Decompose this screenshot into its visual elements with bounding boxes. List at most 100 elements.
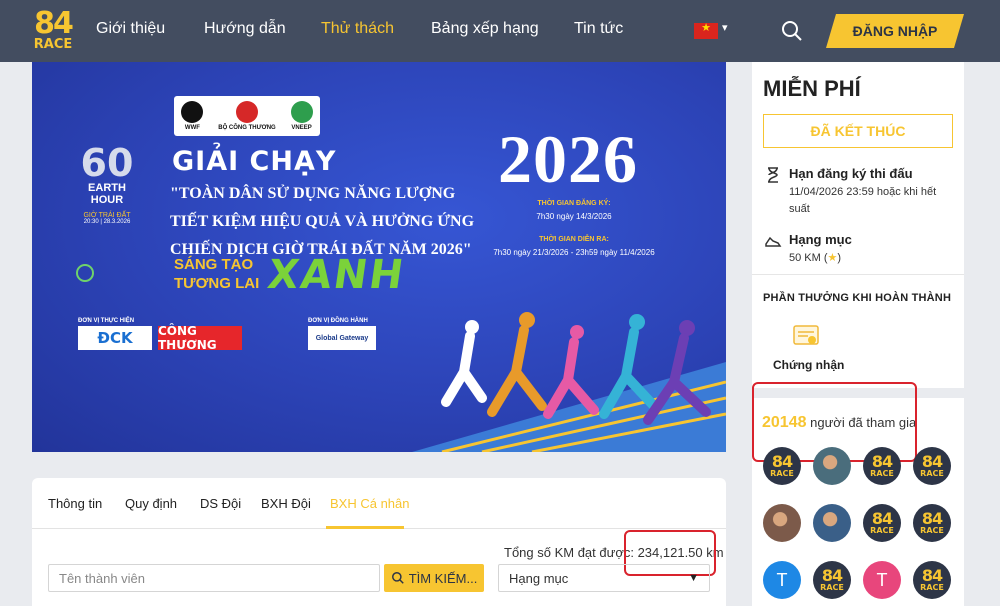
avatar-logo-number: 84 bbox=[921, 509, 943, 528]
participant-avatar[interactable]: 84 RACE bbox=[863, 447, 901, 485]
nav-bang-xep-hang[interactable]: Bảng xếp hạng bbox=[431, 20, 539, 38]
avatar-logo-word: RACE bbox=[920, 469, 944, 478]
participant-avatar[interactable]: 84 RACE bbox=[763, 447, 801, 485]
wwf-logo-icon bbox=[181, 101, 204, 123]
banner-headline: GIẢI CHẠY bbox=[172, 146, 337, 177]
tagline-xanh: XANH bbox=[264, 252, 408, 298]
login-button[interactable]: ĐĂNG NHẬP bbox=[826, 14, 964, 48]
avatar-logo-word: RACE bbox=[920, 526, 944, 535]
participant-avatar[interactable]: 84 RACE bbox=[813, 561, 851, 599]
search-button-label: TÌM KIẾM... bbox=[408, 570, 478, 586]
global-gateway-logo: Global Gateway bbox=[308, 326, 376, 350]
earth-hour-number: 60 bbox=[80, 141, 134, 185]
runners-illustration bbox=[412, 312, 726, 452]
event-ended-button[interactable]: ĐÃ KẾT THÚC bbox=[763, 114, 953, 148]
participant-avatar[interactable] bbox=[813, 504, 851, 542]
tab-ds-doi[interactable]: DS Đội bbox=[200, 496, 241, 511]
nav-thu-thach[interactable]: Thử thách bbox=[321, 20, 394, 38]
earth-hour-date: 20:30 | 28.3.2026 bbox=[83, 219, 131, 225]
logo-word: RACE bbox=[33, 37, 73, 52]
org-label: ĐƠN VỊ THỰC HIỆN bbox=[78, 318, 135, 324]
participant-avatar[interactable]: 84 RACE bbox=[913, 561, 951, 599]
vneep-logo-icon bbox=[290, 101, 313, 123]
avatar-logo-number: 84 bbox=[921, 452, 943, 471]
nav-tin-tuc[interactable]: Tin tức bbox=[574, 20, 623, 38]
co-org-label: ĐƠN VỊ ĐỒNG HÀNH bbox=[308, 318, 368, 324]
run-time-label: THỜI GIAN DIỄN RA: bbox=[539, 236, 609, 243]
avatar-logo-word: RACE bbox=[920, 583, 944, 592]
member-search-input[interactable] bbox=[48, 564, 380, 592]
avatar-logo-word: RACE bbox=[870, 469, 894, 478]
earth-hour-logo: 60 EARTH HOUR GIỜ TRÁI ĐẤT 20:30 | 28.3.… bbox=[76, 144, 138, 225]
vietnam-flag-icon[interactable]: ★ bbox=[694, 22, 718, 39]
participant-avatar[interactable] bbox=[813, 447, 851, 485]
star-icon: (★) bbox=[823, 252, 842, 264]
category-select[interactable]: Hạng mục ▼ bbox=[498, 564, 710, 592]
nav-huong-dan[interactable]: Hướng dẫn bbox=[204, 20, 286, 38]
avatar-logo-word: RACE bbox=[820, 583, 844, 592]
partner-wwf: WWF bbox=[184, 125, 200, 131]
event-banner: WWF BỘ CÔNG THƯƠNG VNEEP 60 EARTH HOUR G… bbox=[32, 62, 726, 452]
tagline-line-1: SÁNG TẠO bbox=[174, 256, 254, 273]
nav-gioi-thieu[interactable]: Giới thiệu bbox=[96, 20, 165, 38]
ministry-emblem-icon bbox=[235, 101, 258, 123]
avatar-logo-number: 84 bbox=[771, 452, 793, 471]
banner-tagline: SÁNG TẠO TƯƠNG LAI bbox=[174, 255, 259, 293]
tab-bxh-doi[interactable]: BXH Đội bbox=[261, 496, 311, 511]
earth-hour-title: EARTH HOUR bbox=[88, 182, 126, 206]
tagline-line-2: TƯƠNG LAI bbox=[174, 275, 260, 292]
event-info-panel: MIỄN PHÍ ĐÃ KẾT THÚC Hạn đăng ký thi đấu… bbox=[752, 62, 964, 388]
category-title: Hạng mục bbox=[789, 232, 852, 247]
cong-thuong-logo: CÔNG THƯƠNG bbox=[158, 324, 242, 352]
dck-logo: ĐCK bbox=[78, 326, 152, 350]
panel-divider bbox=[752, 274, 964, 275]
avatar-logo-number: 84 bbox=[871, 509, 893, 528]
price-label: MIỄN PHÍ bbox=[763, 76, 861, 101]
deadline-title: Hạn đăng ký thi đấu bbox=[789, 166, 913, 181]
tab-bxh-ca-nhan[interactable]: BXH Cá nhân bbox=[330, 496, 410, 511]
banner-year: 2026 bbox=[498, 121, 638, 197]
total-km-label: Tổng số KM đạt được: bbox=[504, 545, 634, 560]
participant-avatar[interactable]: T bbox=[863, 561, 901, 599]
avatar-logo-number: 84 bbox=[871, 452, 893, 471]
category-select-value: Hạng mục bbox=[509, 570, 569, 586]
search-icon[interactable] bbox=[780, 19, 804, 43]
reward-title: PHẦN THƯỞNG KHI HOÀN THÀNH bbox=[763, 292, 952, 304]
top-navbar: 84 RACE Giới thiệu Hướng dẫn Thử thách B… bbox=[0, 0, 1000, 62]
participant-avatar[interactable]: T bbox=[763, 561, 801, 599]
logo-number: 84 bbox=[34, 6, 74, 41]
avatar-logo-number: 84 bbox=[921, 566, 943, 585]
avatar-logo-word: RACE bbox=[870, 526, 894, 535]
avatar-logo-number: 84 bbox=[821, 566, 843, 585]
reg-time-value: 7h30 ngày 14/3/2026 bbox=[536, 212, 612, 221]
certificate-icon bbox=[793, 325, 819, 345]
partner-ministry: BỘ CÔNG THƯƠNG bbox=[218, 125, 276, 131]
category-value-row: 50 KM (★) bbox=[789, 250, 959, 267]
participants-panel: 20148 người đã tham gia 84 RACE 84 RACE 84 RA… bbox=[752, 382, 964, 606]
earth-hour-vn: GIỜ TRÁI ĐẤT bbox=[83, 212, 131, 219]
active-tab-indicator bbox=[326, 526, 404, 529]
search-button[interactable]: TÌM KIẾM... bbox=[384, 564, 484, 592]
running-shoe-icon bbox=[765, 236, 782, 247]
participant-avatar[interactable]: 84 RACE bbox=[913, 504, 951, 542]
search-icon bbox=[391, 572, 404, 584]
deadline-value: 11/04/2026 23:59 hoặc khi hết suất bbox=[789, 186, 937, 215]
84race-logo[interactable]: 84 RACE bbox=[28, 6, 78, 53]
reg-time-label: THỜI GIAN ĐĂNG KÝ: bbox=[537, 200, 611, 207]
run-time-value: 7h30 ngày 21/3/2026 - 23h59 ngày 11/4/20… bbox=[493, 248, 655, 257]
event-tabs-card: Thông tin Quy định DS Đội BXH Đội BXH Cá… bbox=[32, 478, 726, 606]
tab-quy-dinh[interactable]: Quy định bbox=[125, 496, 177, 511]
category-value: 50 KM bbox=[789, 252, 821, 264]
hourglass-icon bbox=[768, 167, 778, 183]
partner-vneep: VNEEP bbox=[291, 125, 312, 131]
energy-saving-icon bbox=[76, 264, 94, 282]
reward-item: Chứng nhận bbox=[773, 358, 845, 372]
chevron-down-icon[interactable]: ▾ bbox=[722, 21, 728, 34]
partner-logos: WWF BỘ CÔNG THƯƠNG VNEEP bbox=[174, 96, 320, 136]
tab-thong-tin[interactable]: Thông tin bbox=[48, 496, 102, 511]
participant-avatar[interactable]: 84 RACE bbox=[913, 447, 951, 485]
avatar-logo-word: RACE bbox=[770, 469, 794, 478]
participant-avatar[interactable]: 84 RACE bbox=[863, 504, 901, 542]
participant-avatar[interactable] bbox=[763, 504, 801, 542]
dropdown-arrow-icon: ▼ bbox=[688, 572, 699, 584]
